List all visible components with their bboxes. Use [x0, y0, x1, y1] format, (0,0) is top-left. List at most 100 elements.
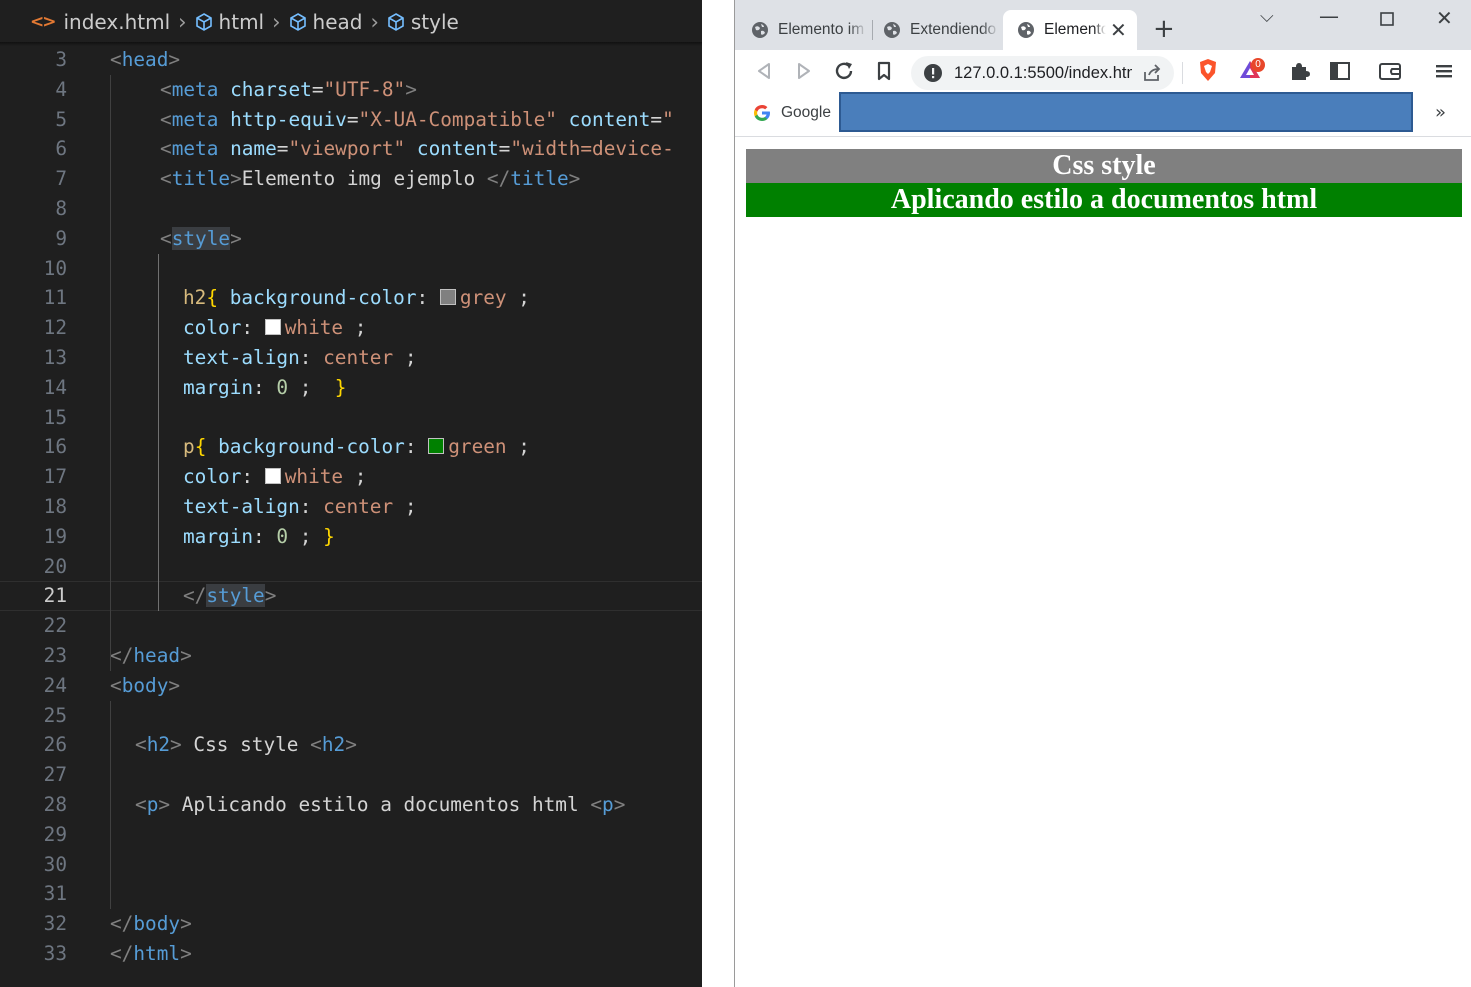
tab-elemento-active[interactable]: Elemento img ejemplo ✕ — [1003, 10, 1137, 50]
minimize-button[interactable]: — — [1319, 4, 1339, 28]
bookmark-selection-highlight — [839, 92, 1413, 132]
code-area[interactable]: 3 <head> 4 <meta charset="UTF-8"> 5 <meta htt… — [0, 45, 702, 969]
code-editor-pane[interactable]: <> index.html › html › head › style 3 <he… — [0, 0, 702, 987]
code-line[interactable]: 12 color: white ; — [0, 313, 702, 343]
code-line[interactable]: 32 </body> — [0, 909, 702, 939]
code-line[interactable]: 24 <body> — [0, 671, 702, 701]
line-number: 6 — [55, 137, 67, 161]
tab-search-chevron-icon[interactable]: ⌵ — [1260, 6, 1274, 27]
line-number: 12 — [43, 316, 67, 340]
code-line[interactable]: 31 — [0, 879, 702, 909]
line-number: 8 — [55, 196, 67, 220]
breadcrumb-file[interactable]: <> index.html — [30, 10, 170, 34]
breadcrumb-item-head[interactable]: head — [288, 10, 363, 34]
breadcrumb-item-label: head — [312, 10, 363, 34]
line-number: 16 — [43, 435, 67, 459]
code-line[interactable]: 23 </head> — [0, 641, 702, 671]
share-icon[interactable] — [1142, 63, 1162, 83]
line-number: 13 — [43, 345, 67, 369]
code-line[interactable]: 29 — [0, 820, 702, 850]
code-text: </head> — [110, 643, 192, 667]
code-text: color: white ; — [183, 316, 367, 340]
code-line[interactable]: 30 — [0, 850, 702, 880]
line-number: 24 — [43, 673, 67, 697]
wallet-icon[interactable] — [1377, 58, 1403, 84]
code-line[interactable]: 3 <head> — [0, 45, 702, 75]
address-bar[interactable]: 127.0.0.1:5500/index.html — [911, 56, 1174, 90]
code-line[interactable]: 9 <style> — [0, 224, 702, 254]
line-number: 27 — [43, 763, 67, 787]
code-line[interactable]: 33 </html> — [0, 939, 702, 969]
code-line[interactable]: 15 — [0, 403, 702, 433]
tab-extendiendo[interactable]: Extendiendo — [869, 10, 999, 50]
code-line[interactable]: 17 color: white ; — [0, 462, 702, 492]
line-number: 10 — [43, 256, 67, 280]
code-line[interactable]: 10 — [0, 254, 702, 284]
code-line[interactable]: 28 <p> Aplicando estilo a documentos html… — [0, 790, 702, 820]
code-line[interactable]: 11 h2{ background-color: grey ; — [0, 283, 702, 313]
google-logo-icon — [754, 105, 770, 121]
extensions-puzzle-icon[interactable] — [1286, 58, 1312, 84]
color-swatch-icon[interactable] — [439, 289, 456, 306]
forward-icon[interactable] — [791, 58, 817, 84]
code-text: text-align: center ; — [183, 345, 417, 369]
breadcrumb-item-label: style — [410, 10, 459, 34]
sidebar-icon[interactable] — [1327, 58, 1353, 84]
code-text: color: white ; — [183, 465, 367, 489]
more-bookmarks-chevron-icon[interactable]: » — [1435, 102, 1446, 123]
line-number: 17 — [43, 465, 67, 489]
code-line[interactable]: 22 — [0, 611, 702, 641]
line-number: 20 — [43, 554, 67, 578]
bookmark-google[interactable]: Google — [753, 104, 831, 122]
tab-elemento-im[interactable]: Elemento im — [737, 10, 867, 50]
site-info-icon[interactable] — [923, 63, 943, 83]
brave-shields-icon[interactable] — [1195, 57, 1221, 83]
code-line[interactable]: 25 — [0, 701, 702, 731]
line-number: 18 — [43, 494, 67, 518]
code-line[interactable]: 14 margin: 0 ; } — [0, 373, 702, 403]
code-line[interactable]: 13 text-align: center ; — [0, 343, 702, 373]
page-heading-css-style: Css style — [746, 149, 1462, 183]
bookmark-icon[interactable] — [871, 58, 897, 84]
globe-icon — [1018, 22, 1034, 38]
line-number: 14 — [43, 375, 67, 399]
breadcrumb-file-label: index.html — [63, 10, 171, 34]
back-icon[interactable] — [751, 58, 777, 84]
tab-label: Extendiendo — [910, 21, 997, 38]
code-line[interactable]: 5 <meta http-equiv="X-UA-Compatible" cont… — [0, 105, 702, 135]
breadcrumb-item-style[interactable]: style — [386, 10, 459, 34]
code-line[interactable]: 18 text-align: center ; — [0, 492, 702, 522]
color-swatch-icon[interactable] — [264, 319, 281, 336]
color-swatch-icon[interactable] — [428, 438, 445, 455]
line-number: 11 — [43, 286, 67, 310]
code-line[interactable]: 19 margin: 0 ; } — [0, 522, 702, 552]
maximize-button[interactable] — [1380, 12, 1395, 27]
code-text: <head> — [110, 48, 181, 71]
code-text: </body> — [110, 912, 192, 936]
symbol-element-icon — [289, 13, 306, 31]
reload-icon[interactable] — [831, 58, 857, 84]
code-line[interactable]: 21 </style> — [0, 581, 702, 612]
code-line[interactable]: 6 <meta name="viewport" content="width=de… — [0, 134, 702, 164]
color-swatch-icon[interactable] — [264, 468, 281, 485]
symbol-element-icon — [388, 13, 404, 31]
code-text: <title>Elemento img ejemplo </title> — [160, 167, 581, 191]
close-window-button[interactable]: ✕ — [1436, 6, 1453, 30]
close-tab-icon[interactable]: ✕ — [1110, 18, 1127, 43]
code-line[interactable]: 4 <meta charset="UTF-8"> — [0, 75, 702, 105]
code-line[interactable]: 16 p{ background-color: green ; — [0, 432, 702, 462]
breadcrumb-separator-icon: › — [178, 10, 187, 34]
code-line[interactable]: 20 — [0, 552, 702, 582]
code-line[interactable]: 27 — [0, 760, 702, 790]
toolbar-divider — [1182, 62, 1183, 84]
breadcrumb-item-html[interactable]: html — [194, 10, 264, 34]
html-file-icon: <> — [30, 12, 56, 32]
code-line[interactable]: 7 <title>Elemento img ejemplo </title> — [0, 164, 702, 194]
line-number: 23 — [43, 643, 67, 667]
code-line[interactable]: 8 — [0, 194, 702, 224]
new-tab-button[interactable]: + — [1153, 14, 1175, 44]
code-text: p{ background-color: green ; — [183, 435, 530, 459]
menu-icon[interactable] — [1431, 58, 1457, 84]
page-paragraph: Aplicando estilo a documentos html — [746, 183, 1462, 217]
code-line[interactable]: 26 <h2> Css style <h2> — [0, 730, 702, 760]
